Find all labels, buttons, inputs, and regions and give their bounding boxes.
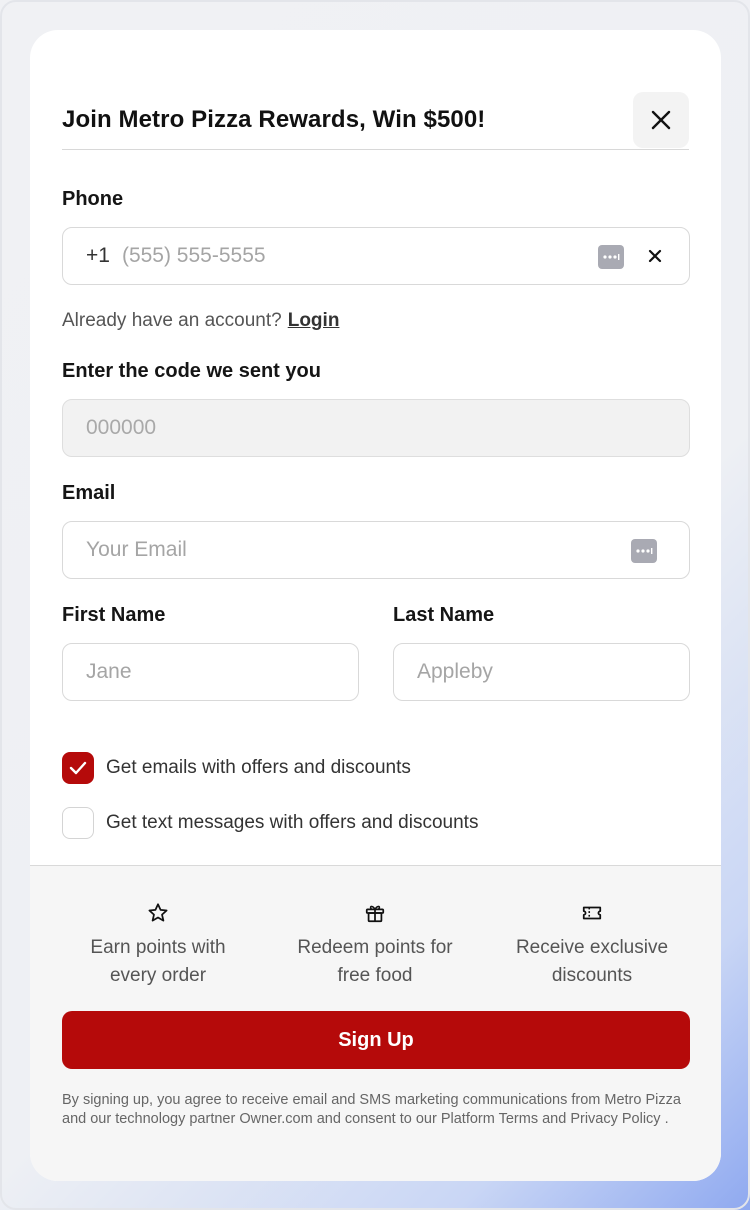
close-icon <box>651 110 671 130</box>
close-button[interactable] <box>633 92 689 148</box>
login-prompt-text: Already have an account? <box>62 310 282 331</box>
ticket-icon <box>582 906 602 920</box>
login-prompt: Already have an account? Login <box>62 310 339 332</box>
phone-country-code: +1 <box>86 244 110 267</box>
email-opt-in-checkbox[interactable] <box>62 752 94 784</box>
email-opt-in-row[interactable]: Get emails with offers and discounts <box>62 752 411 784</box>
phone-input[interactable]: +1 (555) 555-5555 <box>62 227 690 285</box>
benefit-redeem-line2: free food <box>337 965 413 986</box>
benefit-earn-line2: every order <box>109 965 207 986</box>
first-name-label: First Name <box>62 604 166 626</box>
benefit-redeem-line1: Redeem points for <box>297 937 453 958</box>
star-icon <box>148 903 168 922</box>
phone-label: Phone <box>62 188 124 210</box>
modal-title: Join Metro Pizza Rewards, Win $500! <box>62 106 486 133</box>
first-name-placeholder: Jane <box>86 660 132 683</box>
benefit-discount-line1: Receive exclusive <box>515 937 669 958</box>
last-name-label: Last Name <box>393 604 495 626</box>
login-link[interactable]: Login <box>288 310 340 331</box>
gift-icon <box>365 905 385 923</box>
first-name-input[interactable]: Jane <box>62 643 359 701</box>
email-input[interactable]: Your Email <box>62 521 690 579</box>
email-placeholder: Your Email <box>86 538 187 561</box>
benefit-exclusive-discounts: Receive exclusive discounts <box>492 902 692 990</box>
benefit-earn-points: Earn points with every order <box>58 902 258 990</box>
modal-footer: Earn points with every order Redeem poin… <box>30 865 721 1181</box>
legal-disclaimer: By signing up, you agree to receive emai… <box>62 1092 681 1127</box>
modal-header: Join Metro Pizza Rewards, Win $500! <box>62 62 689 150</box>
code-label: Enter the code we sent you <box>62 360 321 382</box>
code-placeholder: 000000 <box>86 416 157 439</box>
benefit-earn-line1: Earn points with <box>90 937 226 958</box>
sms-opt-in-label: Get text messages with offers and discou… <box>106 812 479 833</box>
email-opt-in-label: Get emails with offers and discounts <box>106 757 411 778</box>
email-label: Email <box>62 482 116 504</box>
verification-code-input[interactable]: 000000 <box>62 399 690 457</box>
sms-opt-in-checkbox[interactable] <box>62 807 94 839</box>
rewards-signup-modal: Join Metro Pizza Rewards, Win $500! Phon… <box>30 30 721 1181</box>
clear-phone-icon[interactable] <box>645 246 665 266</box>
phone-placeholder: (555) 555-5555 <box>121 244 266 267</box>
last-name-input[interactable]: Appleby <box>393 643 690 701</box>
autofill-key-icon[interactable] <box>598 245 624 269</box>
sign-up-button[interactable]: Sign Up <box>62 1011 690 1069</box>
benefit-discount-line2: discounts <box>551 965 633 986</box>
last-name-placeholder: Appleby <box>417 660 493 683</box>
benefit-redeem-points: Redeem points for free food <box>275 902 475 990</box>
autofill-key-icon[interactable] <box>631 539 657 563</box>
sms-opt-in-row[interactable]: Get text messages with offers and discou… <box>62 807 478 839</box>
checkmark-icon <box>69 761 87 775</box>
